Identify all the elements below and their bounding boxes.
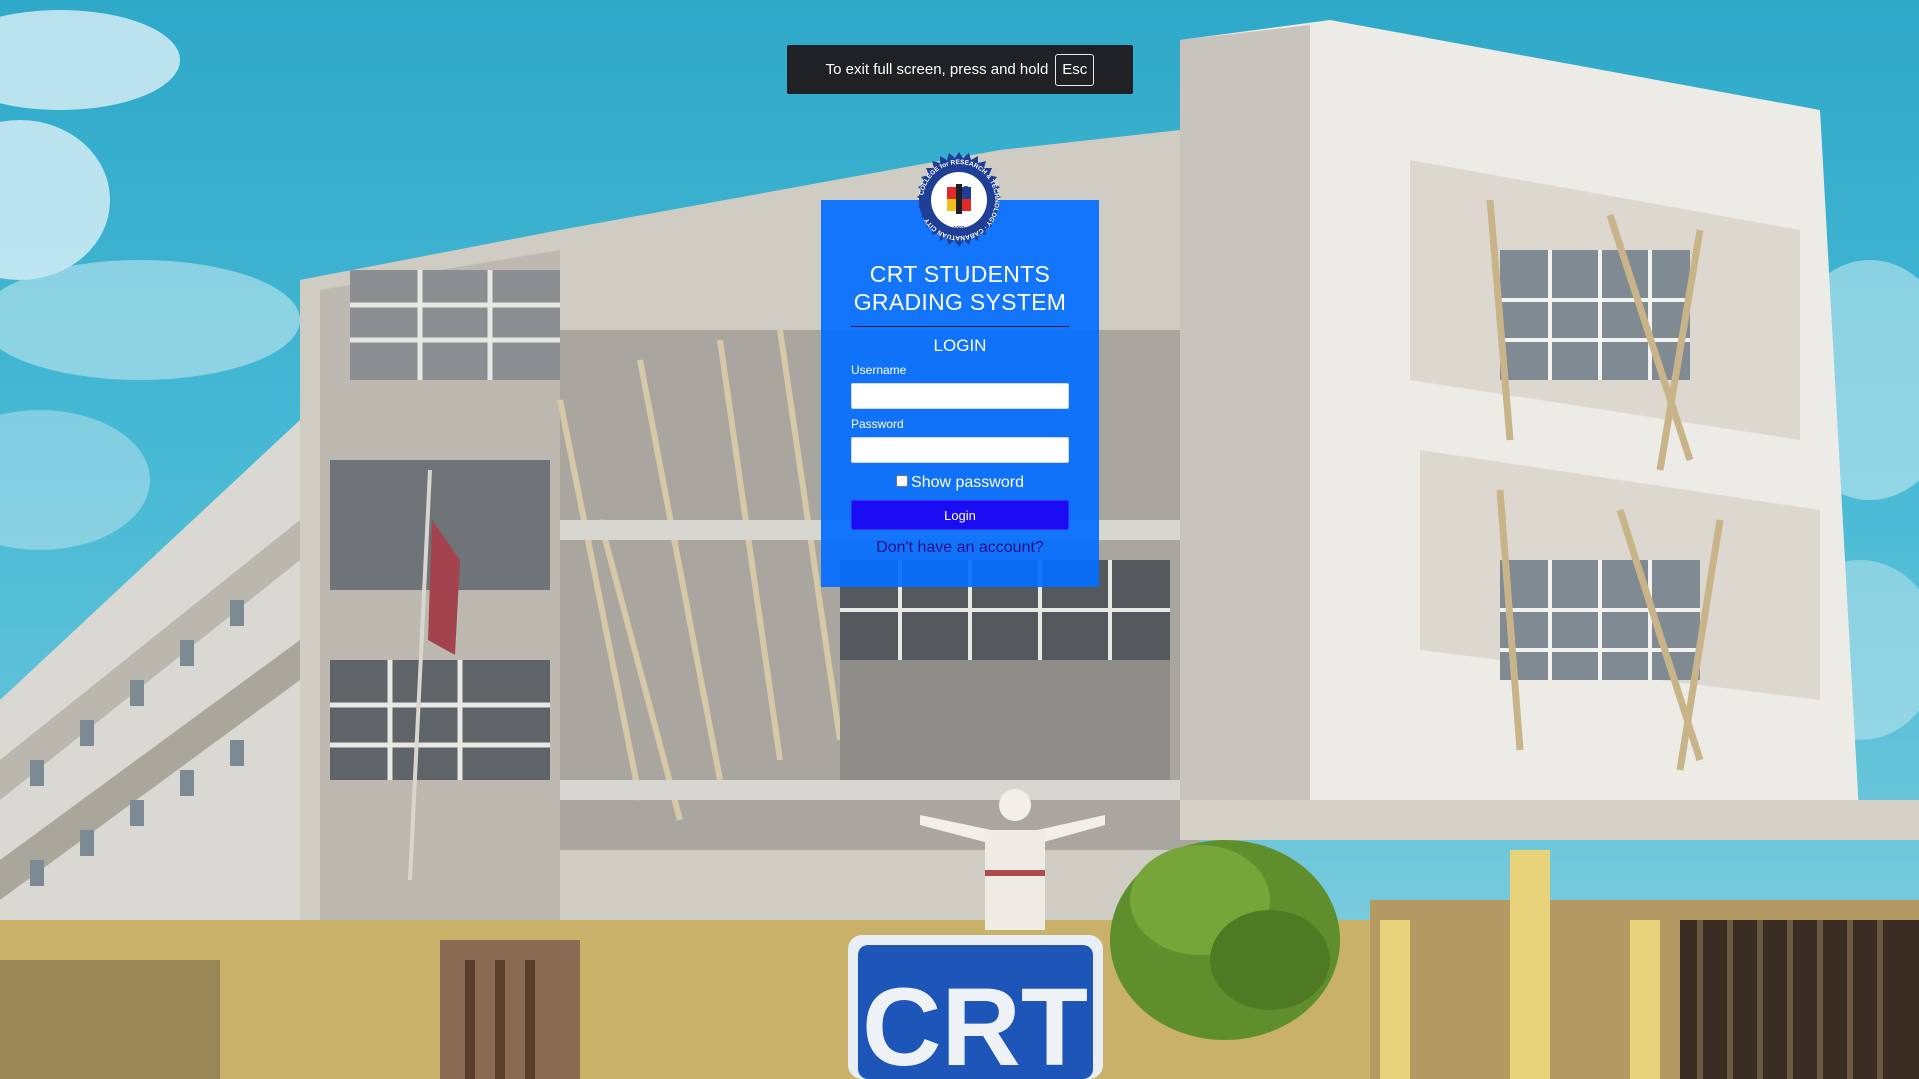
password-label: Password [851,417,904,431]
app-title: CRT STUDENTS GRADING SYSTEM [821,260,1099,316]
right-tower [1180,20,1919,840]
tree [1110,840,1340,1040]
college-seal-logo: COLLEGE for RESEARCH & TECHNOLOGY · CABA… [917,152,1001,247]
username-label: Username [851,363,907,377]
esc-key-badge: Esc [1055,53,1095,86]
title-divider [851,326,1069,327]
seal-year: 1993 [953,226,964,232]
show-password-checkbox[interactable] [896,475,909,487]
signup-link[interactable]: Don't have an account? [821,539,1099,557]
login-card: CRT STUDENTS GRADING SYSTEM LOGIN Userna… [821,200,1099,587]
login-button[interactable]: Login [851,500,1069,530]
crt-sign: CRT [848,935,1103,1079]
app-title-line-2: GRADING SYSTEM [853,289,1067,315]
password-input[interactable] [851,437,1069,463]
username-input[interactable] [851,383,1069,409]
crt-sign-text: CRT [862,966,1088,1079]
show-password-row: Show password [821,474,1099,492]
login-heading: LOGIN [933,336,987,355]
fullscreen-exit-notice: To exit full screen, press and hold Esc [787,45,1133,94]
show-password-label[interactable]: Show password [911,474,1024,492]
fullscreen-notice-text: To exit full screen, press and hold [825,61,1049,78]
app-title-line-1: CRT STUDENTS [869,261,1051,287]
